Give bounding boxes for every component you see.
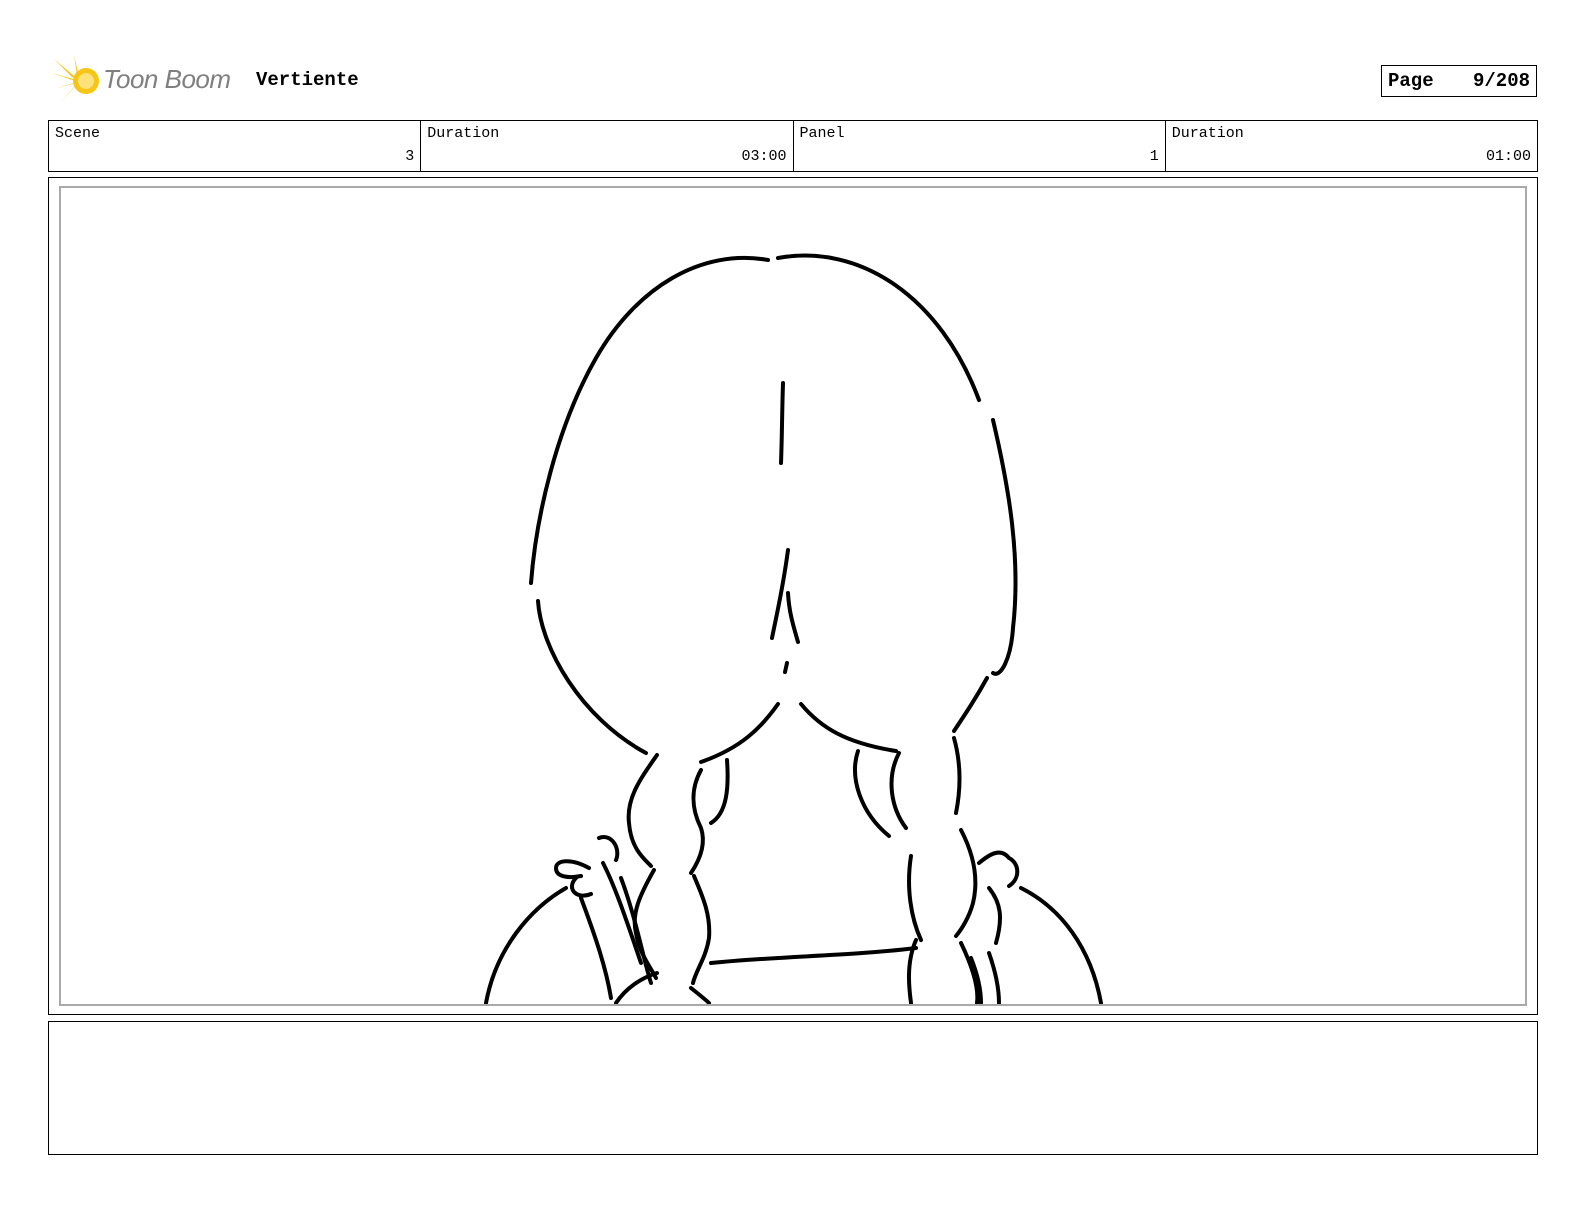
page-indicator: Page 9/208: [1381, 65, 1537, 97]
scene-label: Scene: [55, 125, 101, 142]
panel-duration-cell: Duration 01:00: [1166, 121, 1537, 171]
panel-info-table: Scene 3 Duration 03:00 Panel 1 Duration …: [48, 120, 1538, 172]
toon-boom-logo: Toon Boom: [50, 55, 240, 107]
storyboard-panel-image: [59, 186, 1527, 1006]
scene-duration-cell: Duration 03:00: [421, 121, 794, 171]
panel-duration-label: Duration: [1171, 125, 1244, 142]
panel-notes-box: [48, 1021, 1538, 1155]
panel-value: 1: [1149, 148, 1159, 165]
storyboard-panel-frame: [48, 177, 1538, 1015]
project-title: Vertiente: [256, 69, 359, 91]
girl-back-sketch: [484, 253, 1103, 1004]
scene-duration-value: 03:00: [741, 148, 787, 165]
page-number: 9/208: [1472, 70, 1530, 92]
panel-cell: Panel 1: [794, 121, 1166, 171]
scene-duration-label: Duration: [427, 125, 500, 142]
logo-text: Toon Boom: [103, 64, 231, 94]
scene-cell: Scene 3: [49, 121, 422, 171]
scene-value: 3: [405, 148, 415, 165]
panel-label: Panel: [799, 125, 845, 142]
page-label: Page: [1388, 70, 1434, 92]
panel-duration-value: 01:00: [1485, 148, 1531, 165]
starburst-icon: [52, 55, 99, 103]
